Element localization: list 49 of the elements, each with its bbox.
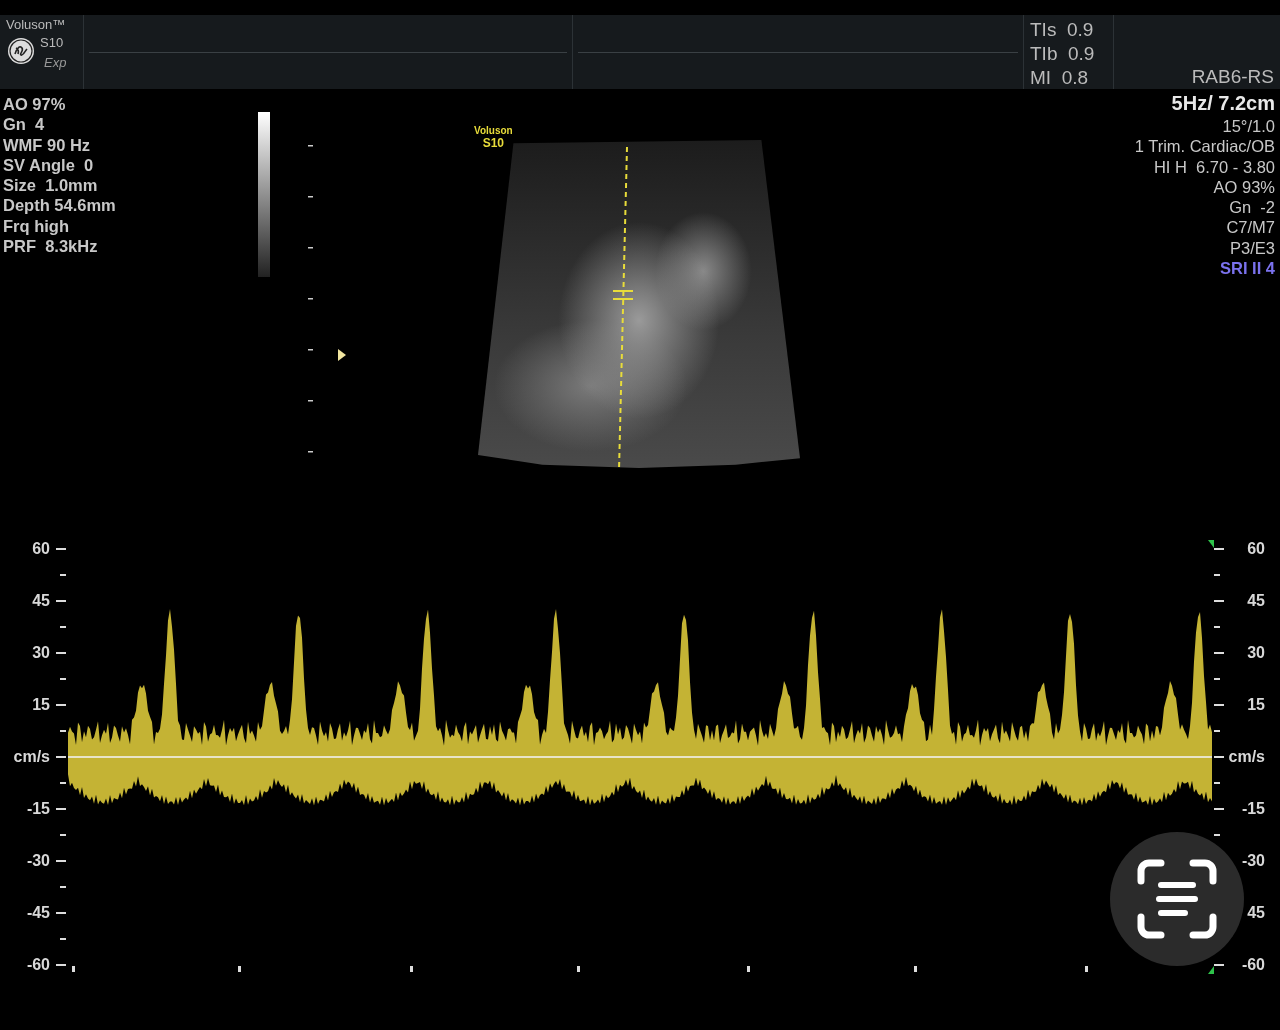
- safety-index: MI 0.8: [1030, 66, 1090, 90]
- parameter-text: 1 Trim. Cardiac/OB: [1134, 136, 1275, 157]
- scale-top-marker-icon: [1208, 540, 1214, 548]
- axis-label: 15: [1247, 696, 1265, 714]
- axis-label: -45: [26, 904, 50, 922]
- scale-bottom-marker-icon: [1208, 966, 1214, 974]
- parameter-text: 15°/1.0: [1222, 116, 1275, 137]
- axis-label: cm/s: [1228, 748, 1265, 766]
- axis-label: -15: [1241, 800, 1265, 818]
- axis-label: -30: [1241, 852, 1265, 870]
- parameter-text: Frq high: [3, 215, 70, 237]
- parameter-text: C7/M7: [1226, 217, 1275, 238]
- axis-label: cm/s: [13, 748, 50, 766]
- safety-index: TIb 0.9: [1030, 42, 1096, 66]
- axis-label: 45: [1247, 592, 1265, 610]
- edition-label: Exp: [44, 55, 67, 70]
- axis-label: -60: [1241, 956, 1265, 974]
- parameter-text: SRI II 4: [1219, 258, 1275, 279]
- axis-label: -15: [26, 800, 50, 818]
- parameter-text: Depth 54.6mm: [3, 195, 117, 216]
- parameter-text: Size 1.0mm: [3, 175, 99, 196]
- axis-label: 60: [32, 540, 50, 558]
- axis-label: 30: [32, 644, 50, 662]
- parameter-text: 5Hz/ 7.2cm: [1171, 91, 1275, 116]
- parameter-text: Gn 4: [3, 114, 46, 135]
- safety-index: TIs 0.9: [1030, 18, 1095, 42]
- parameter-text: Gn -2: [1229, 197, 1275, 218]
- parameter-text: HI H 6.70 - 3.80: [1153, 156, 1275, 177]
- scan-text-icon: [1137, 859, 1217, 939]
- axis-label: 15: [32, 696, 50, 714]
- image-model-label: S10: [482, 136, 505, 150]
- axis-label: 45: [1247, 904, 1265, 922]
- parameter-text: SV Angle 0: [3, 154, 95, 176]
- axis-label: 30: [1247, 644, 1265, 662]
- axis-label: -30: [26, 852, 50, 870]
- axis-label: -60: [26, 956, 50, 974]
- probe-name: RAB6-RS: [1191, 66, 1274, 88]
- parameter-text: AO 97%: [3, 94, 67, 115]
- parameter-text: WMF 90 Hz: [3, 134, 92, 155]
- logo-icon: [6, 36, 36, 66]
- image-brand-label: Voluson: [474, 125, 513, 136]
- axis-label: 60: [1247, 540, 1265, 558]
- focus-marker-icon: [338, 349, 346, 361]
- parameter-text: AO 93%: [1213, 176, 1275, 198]
- parameter-text: P3/E3: [1230, 237, 1275, 259]
- brand-name: Voluson™: [6, 17, 67, 32]
- axis-label: 45: [32, 592, 50, 610]
- model-name: S10: [40, 35, 65, 50]
- parameter-text: PRF 8.3kHz: [3, 236, 99, 257]
